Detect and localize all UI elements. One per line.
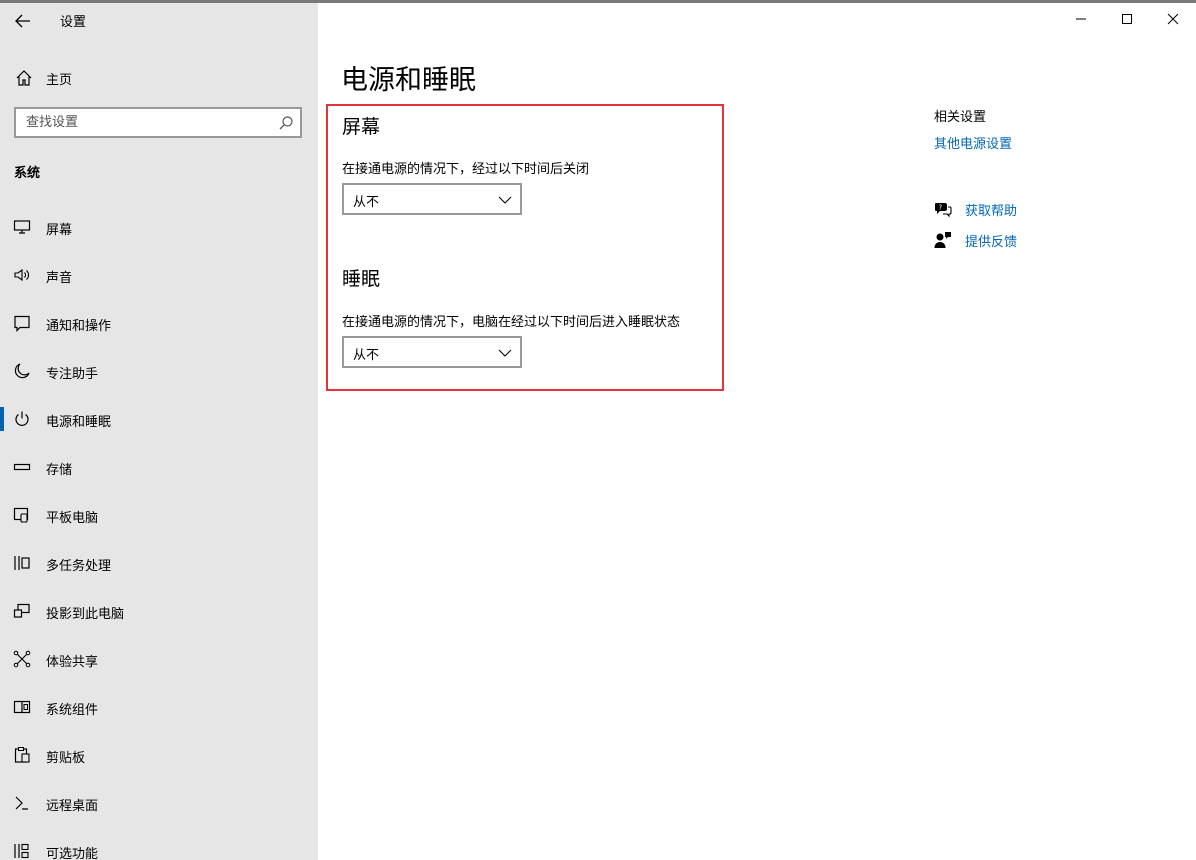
sidebar-item-project[interactable]: 投影到此电脑 xyxy=(0,587,318,635)
home-icon xyxy=(16,70,32,86)
sidebar-item-display[interactable]: 屏幕 xyxy=(0,203,318,251)
sidebar-item-system-components[interactable]: 系统组件 xyxy=(0,683,318,731)
sidebar-item-tablet[interactable]: 平板电脑 xyxy=(0,491,318,539)
optional-features-icon xyxy=(14,843,29,859)
window-controls xyxy=(1058,3,1196,35)
remote-icon xyxy=(15,796,28,810)
search-icon[interactable] xyxy=(278,115,294,131)
sidebar-item-home[interactable]: 主页 xyxy=(0,59,318,95)
get-help-link[interactable]: ? 获取帮助 xyxy=(934,198,1134,220)
multitask-icon xyxy=(14,556,30,570)
related-settings-title: 相关设置 xyxy=(934,110,987,125)
share-icon xyxy=(13,650,31,668)
maximize-button[interactable] xyxy=(1104,3,1150,35)
additional-power-settings-link[interactable]: 其他电源设置 xyxy=(934,133,1012,152)
speaker-icon xyxy=(14,268,29,282)
search-input[interactable] xyxy=(16,109,266,136)
sidebar-item-label: 主页 xyxy=(46,73,73,88)
app-title: 设置 xyxy=(60,15,87,30)
close-icon xyxy=(1167,13,1179,25)
sidebar-item-notifications[interactable]: 通知和操作 xyxy=(0,299,318,347)
chevron-down-icon xyxy=(498,349,512,357)
sidebar-item-shared-experiences[interactable]: 体验共享 xyxy=(0,635,318,683)
power-icon xyxy=(15,411,29,426)
back-button[interactable] xyxy=(6,7,40,35)
storage-icon xyxy=(13,463,31,471)
sidebar-item-focus-assist[interactable]: 专注助手 xyxy=(0,347,318,395)
project-icon xyxy=(13,603,30,618)
sidebar-item-multitasking[interactable]: 多任务处理 xyxy=(0,539,318,587)
sidebar: 设置 主页 系统 屏幕 声音 xyxy=(0,3,318,860)
sidebar-item-label: 体验共享 xyxy=(46,655,99,670)
sidebar-item-label: 多任务处理 xyxy=(46,559,112,574)
back-arrow-icon xyxy=(15,14,30,28)
screen-timeout-dropdown[interactable]: 从不 xyxy=(342,183,522,215)
close-button[interactable] xyxy=(1150,3,1196,35)
screen-heading: 屏幕 xyxy=(342,116,381,138)
monitor-icon xyxy=(13,220,31,234)
give-feedback-label: 提供反馈 xyxy=(965,235,1018,250)
sidebar-item-label: 平板电脑 xyxy=(46,511,99,526)
maximize-icon xyxy=(1122,14,1132,24)
minimize-button[interactable] xyxy=(1058,3,1104,35)
sidebar-item-storage[interactable]: 存储 xyxy=(0,443,318,491)
chat-help-icon: ? xyxy=(935,203,952,218)
sleep-heading: 睡眠 xyxy=(342,268,381,290)
sidebar-item-label: 屏幕 xyxy=(46,223,73,238)
moon-icon xyxy=(14,363,30,379)
sidebar-section-label: 系统 xyxy=(14,166,41,181)
give-feedback-link[interactable]: 提供反馈 xyxy=(934,229,1134,251)
notification-icon xyxy=(14,315,30,332)
screen-timeout-label: 在接通电源的情况下，经过以下时间后关闭 xyxy=(342,162,590,177)
sidebar-nav: 屏幕 声音 通知和操作 专注助手 电源和睡眠 存储 平板电脑 多任务处理 投影到… xyxy=(0,203,318,860)
sidebar-item-label: 专注助手 xyxy=(46,367,99,382)
sidebar-item-remote-desktop[interactable]: 远程桌面 xyxy=(0,779,318,827)
clipboard-icon xyxy=(14,747,30,763)
tablet-icon xyxy=(13,507,29,523)
sidebar-item-optional-features[interactable]: 可选功能 xyxy=(0,827,318,860)
main-content: 电源和睡眠 屏幕 在接通电源的情况下，经过以下时间后关闭 从不 睡眠 在接通电源… xyxy=(318,3,1196,860)
sidebar-item-label: 投影到此电脑 xyxy=(46,607,125,622)
components-icon xyxy=(13,700,31,714)
sidebar-item-clipboard[interactable]: 剪贴板 xyxy=(0,731,318,779)
minimize-icon xyxy=(1076,18,1086,20)
get-help-label: 获取帮助 xyxy=(965,204,1018,219)
sidebar-item-label: 电源和睡眠 xyxy=(46,415,112,430)
chevron-down-icon xyxy=(498,196,512,204)
sidebar-item-label: 声音 xyxy=(46,271,73,286)
sidebar-item-label: 存储 xyxy=(46,463,73,478)
search-box[interactable] xyxy=(14,107,302,138)
sidebar-item-label: 剪贴板 xyxy=(46,751,86,766)
dropdown-value: 从不 xyxy=(353,348,380,363)
sleep-timeout-dropdown[interactable]: 从不 xyxy=(342,336,522,368)
sidebar-item-label: 系统组件 xyxy=(46,703,99,718)
dropdown-value: 从不 xyxy=(353,195,380,210)
page-title: 电源和睡眠 xyxy=(341,65,476,96)
feedback-person-icon xyxy=(934,232,951,248)
sidebar-item-sound[interactable]: 声音 xyxy=(0,251,318,299)
sidebar-item-power-sleep[interactable]: 电源和睡眠 xyxy=(0,395,318,443)
sleep-timeout-label: 在接通电源的情况下，电脑在经过以下时间后进入睡眠状态 xyxy=(342,315,681,330)
sidebar-item-label: 远程桌面 xyxy=(46,799,99,814)
sidebar-item-label: 可选功能 xyxy=(46,847,99,860)
svg-text:?: ? xyxy=(939,204,943,212)
sidebar-item-label: 通知和操作 xyxy=(46,319,112,334)
